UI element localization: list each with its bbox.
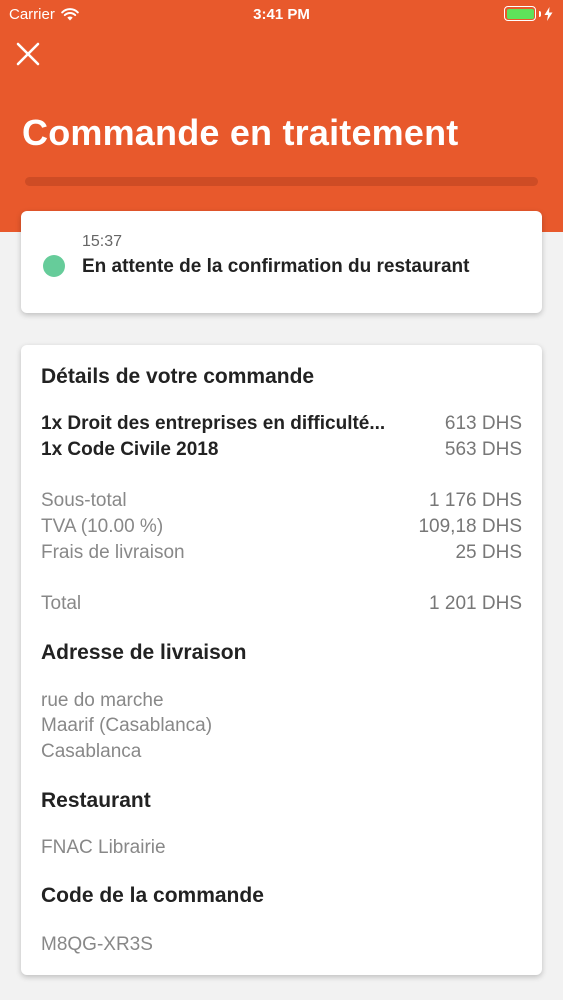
delivery-fee-row: Frais de livraison 25 DHS bbox=[41, 542, 522, 564]
tva-row: TVA (10.00 %) 109,18 DHS bbox=[41, 516, 522, 538]
details-title: Détails de votre commande bbox=[41, 365, 315, 388]
status-timestamp: 15:37 bbox=[82, 233, 123, 250]
order-details-card: Détails de votre commande 1x Droit des e… bbox=[21, 345, 542, 975]
order-item: 1x Droit des entreprises en difficulté..… bbox=[41, 413, 522, 435]
address-line: Casablanca bbox=[41, 741, 142, 762]
order-status-card: 15:37 En attente de la confirmation du r… bbox=[21, 211, 542, 313]
delivery-fee-label: Frais de livraison bbox=[41, 542, 185, 563]
address-title: Adresse de livraison bbox=[41, 641, 247, 664]
page-title: Commande en traitement bbox=[22, 112, 459, 153]
delivery-fee-value: 25 DHS bbox=[455, 542, 522, 563]
item-price: 613 DHS bbox=[444, 413, 522, 434]
restaurant-name: FNAC Librairie bbox=[41, 837, 166, 858]
close-icon bbox=[16, 42, 40, 66]
status-time-clock: 3:41 PM bbox=[253, 6, 310, 23]
tva-value: 109,18 DHS bbox=[418, 516, 522, 537]
order-code-title: Code de la commande bbox=[41, 884, 264, 907]
charging-icon bbox=[544, 6, 553, 21]
status-bar: Carrier 3:41 PM bbox=[0, 0, 563, 30]
progress-bar bbox=[25, 177, 538, 186]
status-message: En attente de la confirmation du restaur… bbox=[82, 256, 470, 277]
subtotal-label: Sous-total bbox=[41, 490, 127, 511]
restaurant-title: Restaurant bbox=[41, 789, 151, 812]
battery-icon bbox=[504, 6, 536, 21]
header: Carrier 3:41 PM Commande en traitement bbox=[0, 0, 563, 232]
order-item: 1x Code Civile 2018 563 DHS bbox=[41, 439, 522, 461]
subtotal-row: Sous-total 1 176 DHS bbox=[41, 490, 522, 512]
status-dot-icon bbox=[43, 255, 65, 277]
item-price: 563 DHS bbox=[444, 439, 522, 460]
close-button[interactable] bbox=[12, 38, 44, 70]
total-row: Total 1 201 DHS bbox=[41, 593, 522, 615]
address-line: rue do marche bbox=[41, 690, 164, 711]
total-label: Total bbox=[41, 593, 82, 614]
battery-indicator bbox=[504, 6, 553, 21]
subtotal-value: 1 176 DHS bbox=[429, 490, 522, 511]
tva-label: TVA (10.00 %) bbox=[41, 516, 164, 537]
order-code-value: M8QG-XR3S bbox=[41, 934, 153, 955]
total-value: 1 201 DHS bbox=[429, 593, 522, 614]
address-line: Maarif (Casablanca) bbox=[41, 715, 213, 736]
item-name: 1x Droit des entreprises en difficulté..… bbox=[41, 413, 386, 434]
item-name: 1x Code Civile 2018 bbox=[41, 439, 219, 460]
